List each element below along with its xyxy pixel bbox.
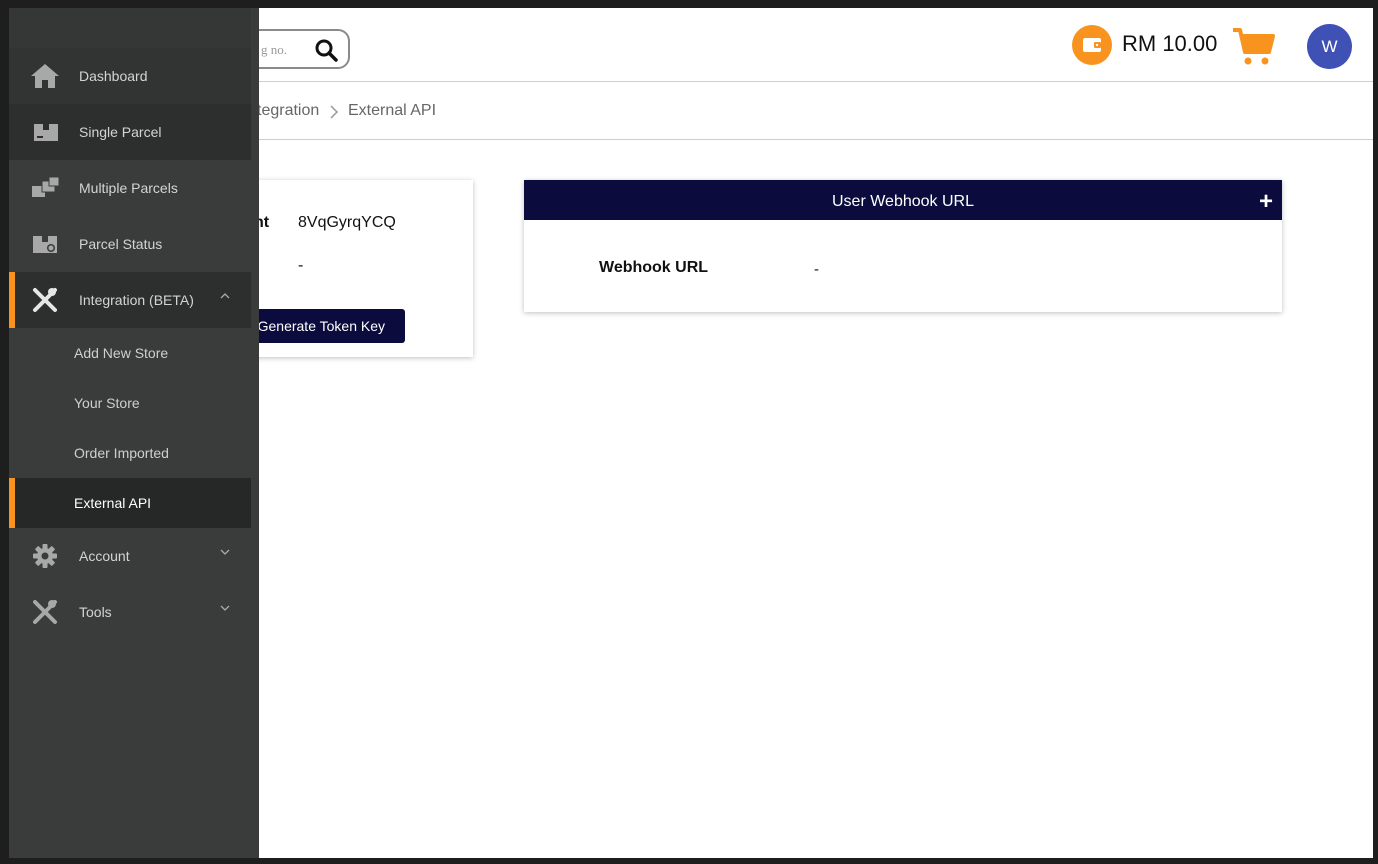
sidebar-subitem-external-api[interactable]: External API <box>9 478 251 528</box>
sidebar-item-parcel-status[interactable]: Parcel Status <box>9 216 251 272</box>
app-window: g no. RM 10.00 W tegration External API … <box>9 8 1373 858</box>
sidebar-subitem-your-store[interactable]: Your Store <box>9 378 251 428</box>
boxes-icon <box>32 176 60 197</box>
secondary-value: - <box>298 257 304 274</box>
sidebar-subitem-label: Your Store <box>74 395 140 411</box>
add-webhook-button[interactable]: + <box>1259 180 1273 224</box>
sidebar-item-label: Multiple Parcels <box>79 180 178 196</box>
sidebar-item-label: Parcel Status <box>79 236 163 252</box>
sidebar-item-account[interactable]: Account <box>9 528 251 584</box>
sidebar-item-label: Dashboard <box>79 68 148 84</box>
sidebar-subitem-order-imported[interactable]: Order Imported <box>9 428 251 478</box>
active-indicator <box>9 272 15 328</box>
chevron-up-icon <box>220 293 230 299</box>
tools-icon <box>33 600 57 624</box>
search-icon[interactable] <box>314 38 338 62</box>
search-input[interactable]: g no. <box>261 42 287 58</box>
sidebar-subitem-label: Order Imported <box>74 445 169 461</box>
webhook-card: User Webhook URL + Webhook URL - <box>524 180 1282 312</box>
home-icon <box>31 64 59 88</box>
avatar[interactable]: W <box>1307 24 1352 69</box>
chevron-right-icon <box>330 105 339 119</box>
parcel-status-icon <box>33 236 57 253</box>
webhook-url-label: Webhook URL <box>599 259 709 276</box>
wallet-icon[interactable] <box>1072 25 1112 65</box>
webhook-card-title: User Webhook URL <box>832 193 974 210</box>
sidebar-item-label: Account <box>79 548 130 564</box>
sidebar-header <box>9 8 251 48</box>
sidebar-item-label: Single Parcel <box>79 124 162 140</box>
sidebar: Dashboard Single Parcel Multiple Parcels <box>9 8 259 858</box>
chevron-down-icon <box>220 605 230 611</box>
sidebar-item-integration[interactable]: Integration (BETA) <box>9 272 251 328</box>
webhook-url-value: - <box>814 261 819 278</box>
sidebar-item-multiple-parcels[interactable]: Multiple Parcels <box>9 160 251 216</box>
box-icon <box>34 124 58 141</box>
breadcrumb-external-api: External API <box>348 102 437 119</box>
gear-icon <box>33 544 57 568</box>
breadcrumb-integration[interactable]: tegration <box>257 102 319 120</box>
tools-icon <box>33 288 57 312</box>
sidebar-item-single-parcel[interactable]: Single Parcel <box>9 104 251 160</box>
sidebar-item-tools[interactable]: Tools <box>9 584 251 640</box>
sidebar-subitem-label: Add New Store <box>74 345 169 361</box>
active-indicator <box>9 478 15 528</box>
wallet-balance: RM 10.00 <box>1122 31 1218 56</box>
sidebar-subitem-label: External API <box>74 495 152 511</box>
sidebar-item-label: Integration (BETA) <box>79 292 194 308</box>
sidebar-item-label: Tools <box>79 604 112 620</box>
sidebar-subitem-add-new-store[interactable]: Add New Store <box>9 328 251 378</box>
token-value: 8VqGyrqYCQ <box>298 214 396 231</box>
sidebar-item-dashboard[interactable]: Dashboard <box>9 48 251 104</box>
chevron-down-icon <box>220 549 230 555</box>
cart-icon[interactable] <box>1231 26 1275 68</box>
generate-token-button[interactable]: Generate Token Key <box>249 309 405 343</box>
webhook-card-header: User Webhook URL + <box>524 180 1282 220</box>
